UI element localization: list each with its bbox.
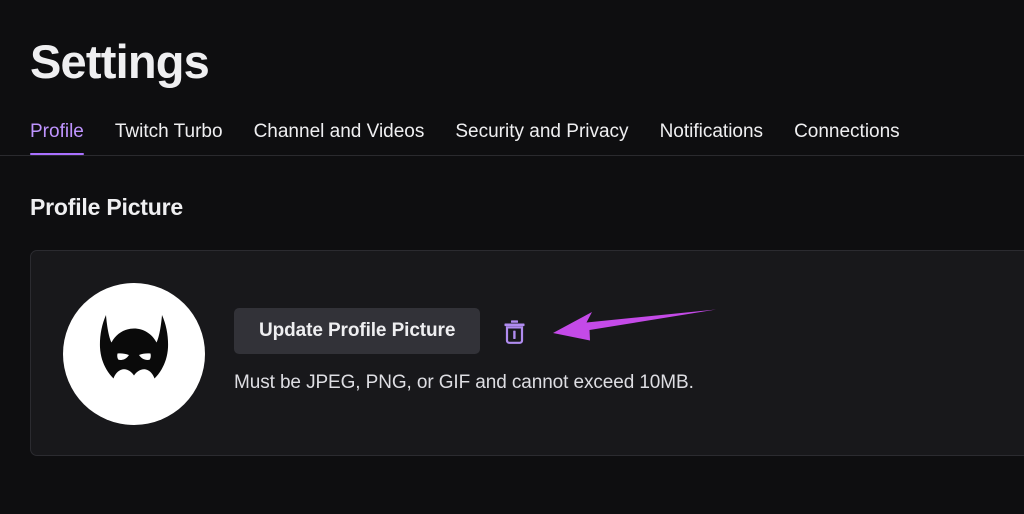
avatar[interactable]: [63, 283, 205, 425]
avatar-actions: Update Profile Picture: [234, 308, 531, 354]
delete-profile-picture-button[interactable]: [497, 314, 531, 348]
update-profile-picture-button[interactable]: Update Profile Picture: [234, 308, 481, 354]
batman-mask-icon: [99, 315, 169, 379]
tab-channel-and-videos[interactable]: Channel and Videos: [254, 120, 425, 155]
section-heading-profile-picture: Profile Picture: [30, 194, 183, 220]
tab-twitch-turbo[interactable]: Twitch Turbo: [115, 120, 223, 155]
tab-connections[interactable]: Connections: [794, 120, 900, 155]
settings-page: Settings Profile Twitch Turbo Channel an…: [0, 0, 1024, 514]
tab-bar-divider: [0, 155, 1024, 156]
tab-security-and-privacy[interactable]: Security and Privacy: [455, 120, 628, 155]
settings-tab-bar: Profile Twitch Turbo Channel and Videos …: [0, 120, 1024, 156]
profile-picture-card: Update Profile Picture Must be JPEG, PNG…: [30, 250, 1024, 456]
tab-twitch-turbo-label: Twitch Turbo: [114, 121, 223, 142]
page-title: Settings: [30, 35, 210, 88]
tab-profile-label: Profile: [30, 121, 84, 142]
tab-channel-and-videos-label: Channel and Videos: [253, 121, 425, 142]
tab-profile[interactable]: Profile: [30, 120, 84, 155]
tab-notifications[interactable]: Notifications: [660, 120, 764, 155]
trash-icon: [504, 319, 525, 344]
profile-picture-help-text: Must be JPEG, PNG, or GIF and cannot exc…: [234, 372, 694, 393]
tab-connections-label: Connections: [794, 121, 900, 142]
tab-list: Profile Twitch Turbo Channel and Videos …: [30, 120, 900, 155]
tab-notifications-label: Notifications: [659, 121, 764, 142]
tab-security-and-privacy-label: Security and Privacy: [455, 121, 629, 142]
